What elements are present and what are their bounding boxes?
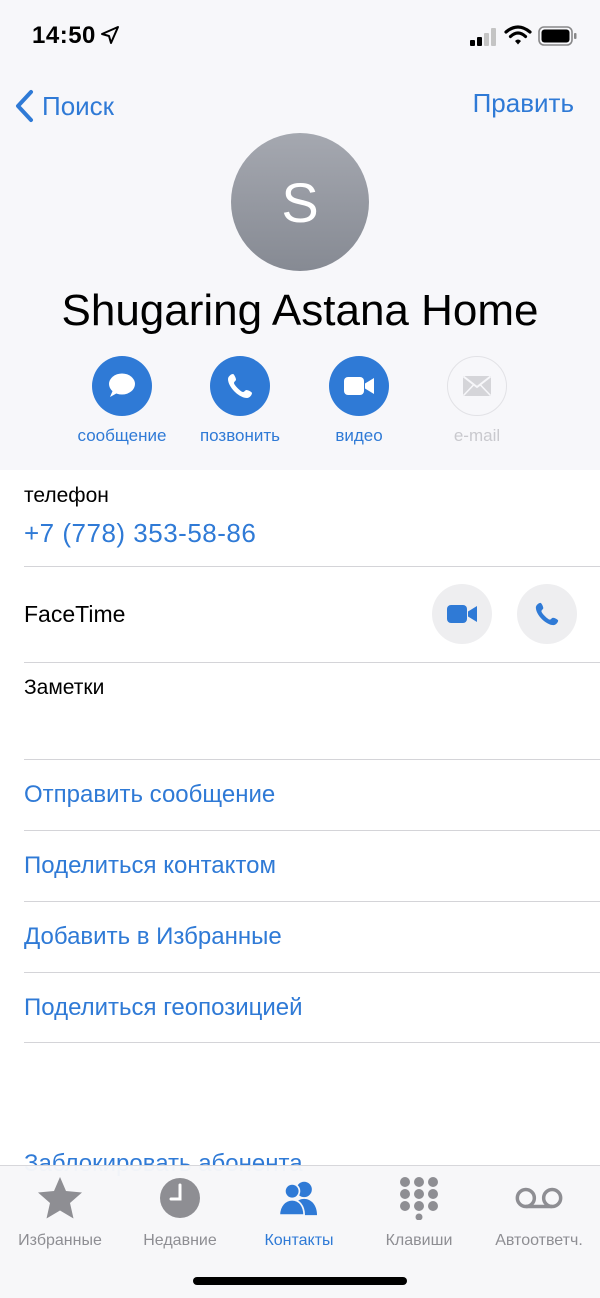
video-icon	[344, 377, 374, 395]
chevron-left-icon	[16, 90, 33, 122]
phone-icon	[535, 602, 559, 626]
email-button	[447, 356, 507, 416]
facetime-audio-button[interactable]	[517, 584, 577, 644]
add-to-favorites-link[interactable]: Добавить в Избранные	[24, 902, 600, 972]
star-icon	[38, 1177, 82, 1219]
facetime-title: FaceTime	[24, 601, 126, 627]
message-button[interactable]	[92, 356, 152, 416]
email-action-label: e-mail	[453, 426, 501, 445]
contacts-icon	[278, 1181, 317, 1216]
video-button[interactable]	[329, 356, 389, 416]
tab-label: Недавние	[143, 1232, 217, 1249]
tab-label: Клавиши	[385, 1232, 453, 1249]
call-action-label: позвонить	[199, 426, 281, 445]
message-action[interactable]: сообщение	[62, 356, 182, 446]
message-action-label: сообщение	[77, 426, 167, 445]
divider	[24, 1042, 600, 1043]
video-action[interactable]: видео	[299, 356, 419, 446]
call-action[interactable]: позвонить	[180, 356, 300, 446]
phone-caption: телефон	[24, 484, 109, 507]
tab-contacts[interactable]: Контакты	[239, 1176, 359, 1250]
battery-icon	[538, 26, 577, 46]
call-button[interactable]	[210, 356, 270, 416]
back-button[interactable]: Поиск	[12, 86, 114, 126]
status-time: 14:50	[32, 22, 96, 49]
mail-icon	[462, 375, 492, 397]
location-arrow-icon	[101, 26, 119, 44]
tab-favorites[interactable]: Избранные	[0, 1176, 120, 1250]
message-icon	[109, 373, 135, 397]
tab-label: Избранные	[18, 1232, 102, 1249]
cellular-signal-icon	[470, 28, 496, 46]
status-bar: 14:50	[0, 0, 600, 72]
tab-recents[interactable]: Недавние	[120, 1176, 240, 1250]
tab-label: Контакты	[264, 1232, 334, 1249]
facetime-video-button[interactable]	[432, 584, 492, 644]
video-action-label: видео	[335, 426, 383, 445]
facetime-row: FaceTime	[24, 567, 600, 662]
email-action: e-mail	[417, 356, 537, 446]
contact-name: Shugaring Astana Home	[61, 286, 539, 335]
share-location-link[interactable]: Поделиться геопозицией	[24, 973, 600, 1043]
divider	[24, 662, 600, 663]
back-label: Поиск	[42, 90, 115, 121]
clock-icon	[160, 1178, 200, 1218]
keypad-icon	[400, 1177, 438, 1220]
voicemail-icon	[515, 1187, 563, 1209]
tab-keypad[interactable]: Клавиши	[359, 1176, 479, 1250]
share-contact-link[interactable]: Поделиться контактом	[24, 831, 600, 901]
phone-icon	[228, 374, 252, 398]
avatar: S	[231, 133, 369, 271]
tab-voicemail[interactable]: Автоответч.	[479, 1176, 599, 1250]
send-message-link[interactable]: Отправить сообщение	[24, 760, 600, 830]
edit-button[interactable]: Править	[473, 88, 574, 119]
notes-caption[interactable]: Заметки	[24, 676, 104, 700]
video-icon	[447, 605, 477, 623]
quick-actions: сообщение позвонить видео e-mail	[0, 356, 600, 456]
avatar-initial: S	[281, 170, 319, 234]
phone-number[interactable]: +7 (778) 353-58-86	[24, 518, 600, 549]
wifi-icon	[504, 25, 532, 45]
home-indicator	[193, 1277, 407, 1285]
phone-row[interactable]: телефон +7 (778) 353-58-86	[24, 484, 600, 566]
tab-label: Автоответч.	[495, 1232, 583, 1249]
